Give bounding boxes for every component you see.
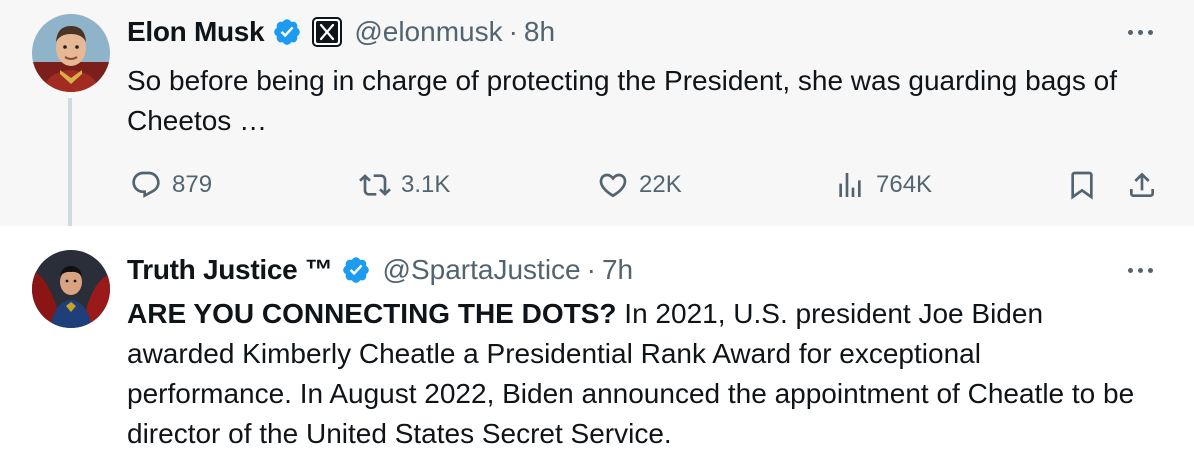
heart-icon (597, 169, 629, 201)
share-button[interactable] (1126, 168, 1158, 202)
reply-icon (130, 169, 162, 201)
bookmark-button[interactable] (1066, 168, 1098, 202)
views-button[interactable]: 764K (834, 168, 932, 202)
avatar[interactable] (32, 14, 110, 92)
repost-count: 3.1K (401, 171, 451, 198)
separator-dot: · (508, 16, 518, 47)
author-handle[interactable]: @SpartaJustice (383, 253, 581, 287)
author-name[interactable]: Truth Justice ™ (127, 253, 333, 287)
avatar[interactable] (32, 250, 110, 328)
repost-icon (359, 169, 391, 201)
like-count: 22K (639, 171, 682, 198)
more-icon[interactable] (1120, 22, 1160, 42)
separator-dot: · (586, 254, 596, 285)
tweet-text: ARE YOU CONNECTING THE DOTS? In 2021, U.… (127, 294, 1137, 454)
reply-button[interactable]: 879 (130, 168, 212, 202)
timestamp[interactable]: 7h (602, 253, 633, 287)
verified-badge-icon (341, 255, 371, 285)
tweet-header: Truth Justice ™ @SpartaJustice · 7h (127, 253, 633, 287)
tweet-truth-justice[interactable]: Truth Justice ™ @SpartaJustice · 7h ARE … (0, 226, 1194, 472)
bookmark-icon (1066, 169, 1098, 201)
author-handle[interactable]: @elonmusk (354, 15, 502, 49)
tweet-elon-musk[interactable]: Elon Musk @elonmusk · 8h So before being… (0, 0, 1194, 238)
tweet-actions: 879 3.1K 22K 764K (0, 168, 1194, 202)
more-icon[interactable] (1120, 260, 1160, 280)
view-count: 764K (876, 171, 933, 198)
views-icon (834, 169, 866, 201)
reply-count: 879 (172, 171, 213, 198)
timestamp[interactable]: 8h (524, 15, 555, 49)
share-icon (1126, 169, 1158, 201)
x-logo-icon[interactable] (312, 17, 343, 47)
author-name[interactable]: Elon Musk (127, 15, 265, 49)
tweet-text-lead: ARE YOU CONNECTING THE DOTS? (127, 298, 617, 329)
repost-button[interactable]: 3.1K (359, 168, 450, 202)
like-button[interactable]: 22K (597, 168, 682, 202)
verified-badge-icon (272, 17, 302, 47)
tweet-header: Elon Musk @elonmusk · 8h (127, 15, 555, 49)
tweet-text: So before being in charge of protecting … (127, 65, 1117, 136)
